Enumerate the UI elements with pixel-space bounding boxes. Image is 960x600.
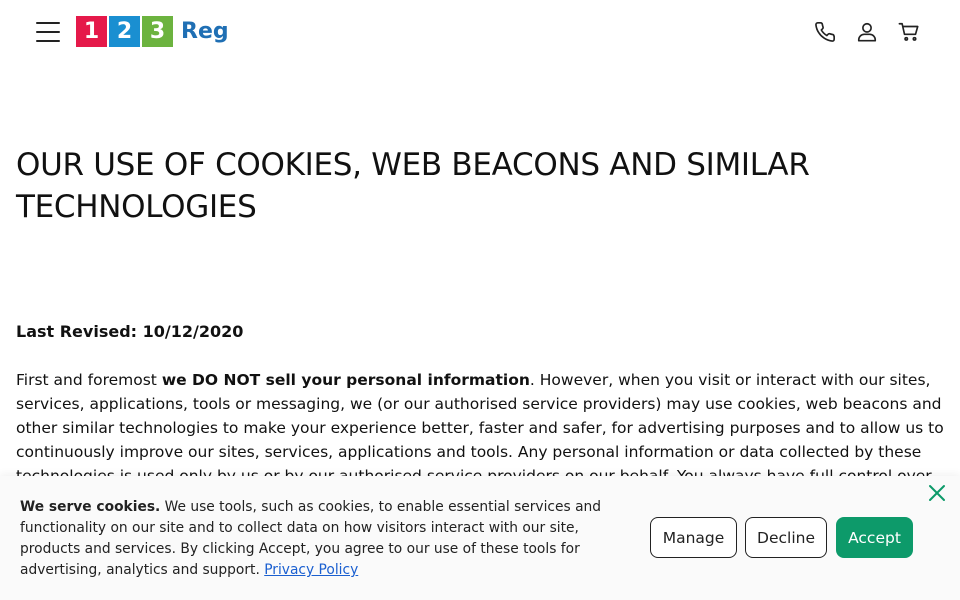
shopping-cart-icon[interactable] [898, 20, 920, 44]
page-title: OUR USE OF COOKIES, WEB BEACONS AND SIMI… [16, 147, 810, 225]
logo-digit-2: 2 [109, 16, 140, 47]
accept-button[interactable]: Accept [836, 517, 913, 558]
intro-text: First and foremost [16, 371, 162, 389]
phone-icon[interactable] [814, 20, 836, 44]
privacy-policy-link[interactable]: Privacy Policy [264, 562, 358, 578]
last-revised-date: Last Revised: 10/12/2020 [16, 322, 244, 341]
cookie-message: We serve cookies. We use tools, such as … [20, 497, 620, 581]
manage-button[interactable]: Manage [650, 517, 737, 558]
intro-bold-text: we DO NOT sell your personal information [161, 371, 530, 389]
logo-digit-3: 3 [142, 16, 173, 47]
logo-text: Reg [181, 19, 229, 44]
header-actions [814, 20, 920, 44]
logo[interactable]: 1 2 3 Reg [76, 16, 229, 47]
logo-digit-1: 1 [76, 16, 107, 47]
intro-paragraph: First and foremost we DO NOT sell your p… [16, 368, 946, 488]
close-icon[interactable] [928, 484, 946, 502]
user-account-icon[interactable] [856, 20, 878, 44]
site-header: 1 2 3 Reg [0, 0, 960, 64]
cookie-consent-banner: We serve cookies. We use tools, such as … [0, 476, 960, 600]
cookie-lead: We serve cookies. [20, 499, 161, 515]
decline-button[interactable]: Decline [745, 517, 827, 558]
hamburger-menu-icon[interactable] [36, 22, 60, 42]
